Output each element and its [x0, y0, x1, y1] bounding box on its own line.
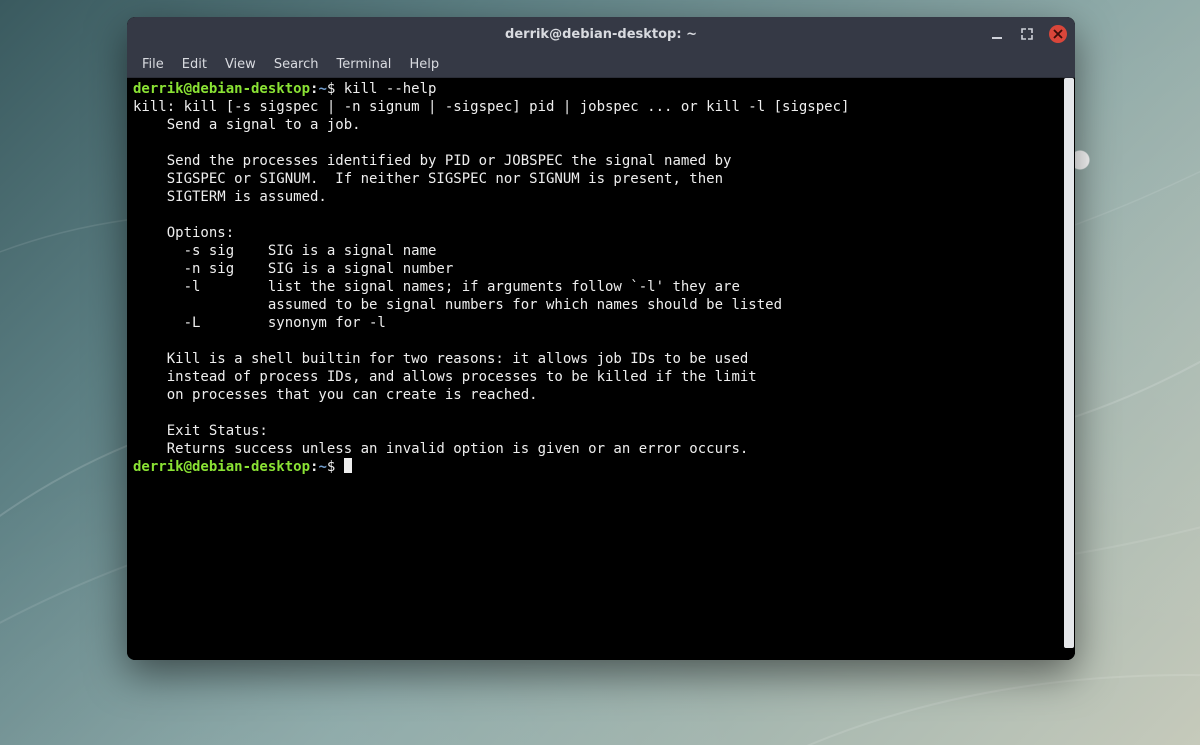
terminal-output[interactable]: derrik@debian-desktop:~$ kill --help kil… — [127, 78, 1063, 660]
window-controls — [989, 17, 1067, 51]
menu-terminal[interactable]: Terminal — [327, 54, 400, 75]
window-title: derrik@debian-desktop: ~ — [505, 27, 697, 42]
scrollbar[interactable] — [1063, 78, 1075, 660]
menu-view[interactable]: View — [216, 54, 265, 75]
command-1: kill --help — [344, 81, 437, 97]
close-button[interactable] — [1049, 25, 1067, 43]
desktop-wallpaper: derrik@debian-desktop: ~ File Edit View — [0, 0, 1200, 745]
minimize-button[interactable] — [989, 26, 1005, 42]
window-titlebar[interactable]: derrik@debian-desktop: ~ — [127, 17, 1075, 51]
help-body: kill: kill [-s sigspec | -n signum | -si… — [133, 99, 849, 457]
terminal-area: derrik@debian-desktop:~$ kill --help kil… — [127, 78, 1075, 660]
prompt-path: ~ — [318, 81, 326, 97]
prompt2-dollar: $ — [327, 459, 344, 475]
menubar: File Edit View Search Terminal Help — [127, 51, 1075, 78]
terminal-window: derrik@debian-desktop: ~ File Edit View — [127, 17, 1075, 660]
prompt2-path: ~ — [318, 459, 326, 475]
menu-file[interactable]: File — [133, 54, 173, 75]
maximize-button[interactable] — [1019, 26, 1035, 42]
terminal-cursor — [344, 458, 352, 473]
menu-edit[interactable]: Edit — [173, 54, 216, 75]
menu-help[interactable]: Help — [400, 54, 448, 75]
prompt-dollar: $ — [327, 81, 344, 97]
scrollbar-thumb[interactable] — [1064, 78, 1074, 648]
prompt-user-host: derrik@debian-desktop — [133, 81, 310, 97]
prompt2-user-host: derrik@debian-desktop — [133, 459, 310, 475]
menu-search[interactable]: Search — [265, 54, 328, 75]
